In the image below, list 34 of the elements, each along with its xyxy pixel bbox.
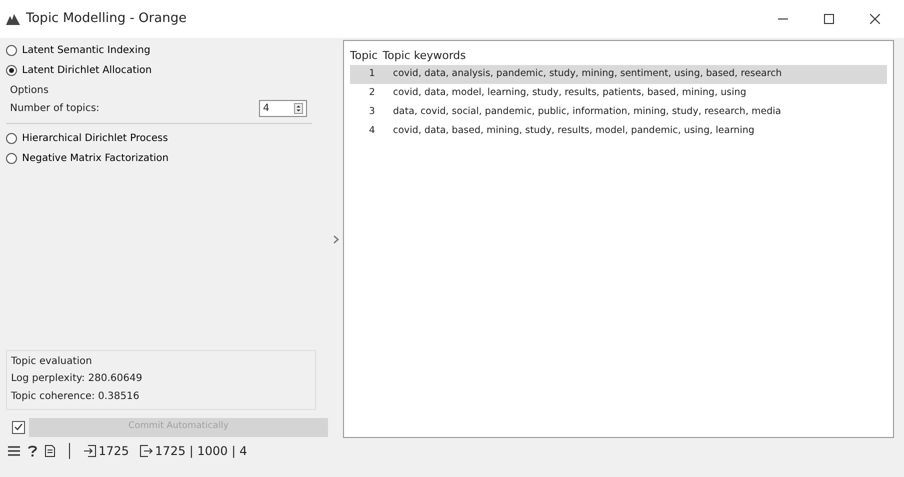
number-of-topics-label: Number of topics: xyxy=(10,102,100,116)
evaluation-heading: Topic evaluation xyxy=(11,354,93,368)
table-row[interactable]: 4 covid, data, based, mining, study, results, model, pandemic, using, learning xyxy=(350,122,887,141)
spinbox-value: 4 xyxy=(263,102,270,116)
radio-option[interactable]: Negative Matrix Factorization xyxy=(6,148,169,168)
app-icon xyxy=(6,13,20,25)
radio-button[interactable] xyxy=(6,44,17,56)
output-icon xyxy=(140,445,153,457)
options-heading: Options xyxy=(10,84,50,98)
document-icon[interactable] xyxy=(45,445,55,457)
radio-button[interactable] xyxy=(6,64,17,76)
radio-button[interactable] xyxy=(6,152,17,164)
radio-button[interactable] xyxy=(6,132,17,144)
input-count: 1725 xyxy=(98,443,130,460)
maximize-icon xyxy=(824,14,834,24)
table-row[interactable]: 1 covid, data, analysis, pandemic, study, mining, sentiment, using, based, research xyxy=(350,65,887,84)
output-summary: 1725 | 1000 | 4 xyxy=(155,443,248,460)
column-header: Topic keywords xyxy=(382,48,466,64)
evaluation-line: Log perplexity: 280.60649 xyxy=(11,372,144,386)
spin-arrows-icon[interactable] xyxy=(294,103,303,114)
table-row[interactable]: 2 covid, data, model, learning, study, results, patients, based, mining, using xyxy=(350,84,887,103)
table-row[interactable]: 3 data, covid, social, pandemic, public, information, mining, study, research, media xyxy=(350,103,887,122)
column-header: Topic xyxy=(350,48,378,64)
number-of-topics-spinbox[interactable]: 4 xyxy=(259,100,307,117)
radio-option[interactable]: Latent Semantic Indexing xyxy=(6,40,150,60)
window-title: Topic Modelling - Orange xyxy=(26,10,187,28)
evaluation-line: Topic coherence: 0.38516 xyxy=(11,390,140,404)
radio-option[interactable]: Hierarchical Dirichlet Process xyxy=(6,128,168,148)
help-icon[interactable] xyxy=(28,445,37,457)
close-icon xyxy=(870,14,880,24)
chevron-right-icon[interactable] xyxy=(332,234,338,244)
radio-option[interactable]: Latent Dirichlet Allocation xyxy=(6,60,152,80)
input-icon xyxy=(84,445,96,457)
menu-icon[interactable] xyxy=(8,446,20,456)
